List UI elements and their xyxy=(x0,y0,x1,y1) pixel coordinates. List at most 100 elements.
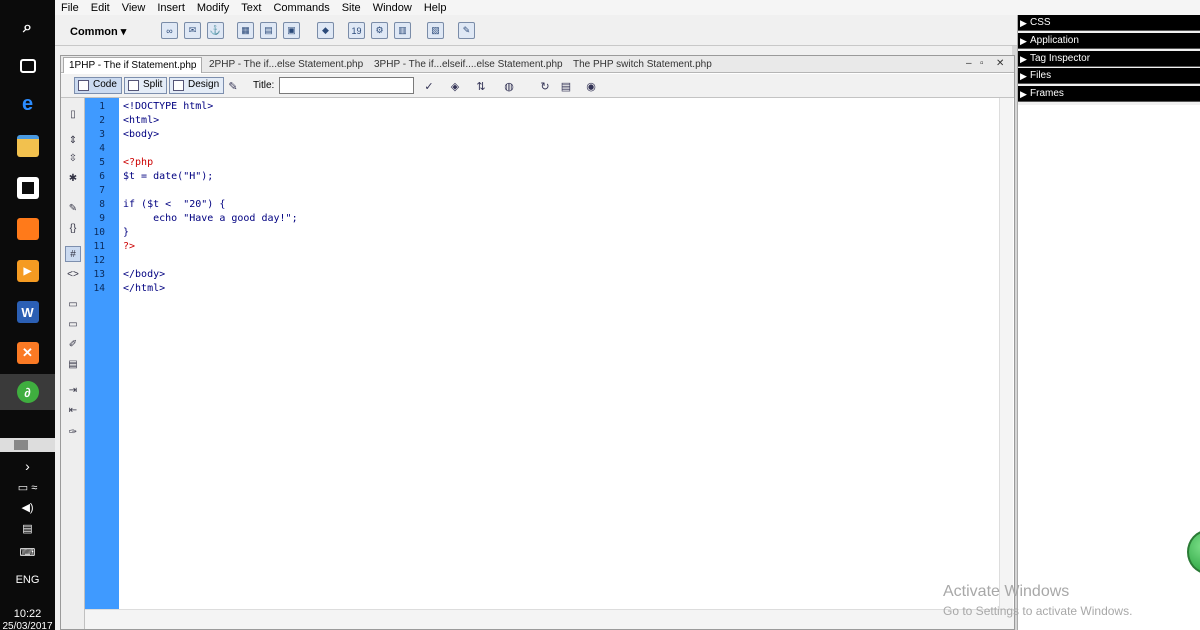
tag-chooser-icon[interactable]: ✎ xyxy=(458,22,475,39)
line-numbers-icon[interactable]: # xyxy=(65,246,81,262)
menu-help[interactable]: Help xyxy=(424,2,447,14)
taskbar-scroll-thumb[interactable] xyxy=(14,440,28,450)
open-documents-icon[interactable]: ▯ xyxy=(65,106,81,122)
panel-css[interactable]: ▶ CSS xyxy=(1018,15,1200,31)
menu-edit[interactable]: Edit xyxy=(91,2,110,14)
close-icon[interactable]: ✕ xyxy=(996,58,1004,69)
hyperlink-icon[interactable]: ∞ xyxy=(161,22,178,39)
horizontal-scrollbar[interactable] xyxy=(85,609,1014,629)
menu-file[interactable]: File xyxy=(61,2,79,14)
split-view-button[interactable]: Split xyxy=(124,77,168,94)
volume-icon[interactable]: ◀) xyxy=(0,501,55,514)
task-view-icon[interactable] xyxy=(0,46,55,86)
browser-check-icon[interactable]: ◈ xyxy=(447,78,463,94)
panel-css-label: CSS xyxy=(1030,17,1051,28)
format-source-icon[interactable]: ✑ xyxy=(65,424,81,440)
panel-frames[interactable]: ▶ Frames xyxy=(1018,86,1200,102)
refresh-icon[interactable]: ↻ xyxy=(537,78,553,94)
file-explorer-icon[interactable] xyxy=(0,126,55,166)
visual-aids-icon[interactable]: ◉ xyxy=(583,78,599,94)
code-line[interactable]: <body> xyxy=(123,129,159,140)
date-icon[interactable]: 19 xyxy=(348,22,365,39)
dreamweaver-icon[interactable]: ∂ xyxy=(0,374,55,410)
code-line[interactable]: $t = date("H"); xyxy=(123,171,213,182)
code-line[interactable]: </body> xyxy=(123,269,165,280)
menu-insert[interactable]: Insert xyxy=(157,2,185,14)
email-link-icon[interactable]: ✉ xyxy=(184,22,201,39)
minimize-icon[interactable]: – xyxy=(966,58,972,69)
xampp-icon[interactable]: ✕ xyxy=(0,333,55,373)
menu-text[interactable]: Text xyxy=(241,2,261,14)
recent-snippets-icon[interactable]: ▤ xyxy=(65,356,81,372)
clock-time[interactable]: 10:22 xyxy=(0,608,55,620)
indent-code-icon[interactable]: ⇥ xyxy=(65,382,81,398)
insert-category-dropdown[interactable]: Common ▾ xyxy=(70,25,126,38)
image-icon[interactable]: ▣ xyxy=(283,22,300,39)
restore-icon[interactable]: ▫ xyxy=(980,58,984,69)
server-include-icon[interactable]: ⚙ xyxy=(371,22,388,39)
media-player-icon[interactable]: ▶ xyxy=(0,251,55,291)
panel-application[interactable]: ▶ Application xyxy=(1018,33,1200,49)
windows-taskbar: ⌕ e ▶ W ✕ ∂ › ▭ ≈ ◀) ▤ ⌨ ENG 10:22 25/03… xyxy=(0,0,55,630)
clock-date[interactable]: 25/03/2017 xyxy=(0,621,55,630)
design-view-button[interactable]: Design xyxy=(169,77,225,94)
code-view-button[interactable]: Code xyxy=(74,77,122,94)
tray-expand-icon[interactable]: › xyxy=(0,458,55,474)
keyboard-icon[interactable]: ⌨ xyxy=(0,546,55,559)
code-line[interactable]: ?> xyxy=(123,241,135,252)
search-icon[interactable]: ⌕ xyxy=(0,8,55,48)
menu-view[interactable]: View xyxy=(122,2,146,14)
edge-browser-icon[interactable]: e xyxy=(0,84,55,124)
code-line[interactable]: <!DOCTYPE html> xyxy=(123,101,213,112)
live-view-icon[interactable]: ✎ xyxy=(225,78,241,94)
div-icon[interactable]: ▤ xyxy=(260,22,277,39)
code-line[interactable]: if ($t < "20") { xyxy=(123,199,225,210)
named-anchor-icon[interactable]: ⚓ xyxy=(207,22,224,39)
menu-site[interactable]: Site xyxy=(342,2,361,14)
code-line[interactable]: } xyxy=(123,227,129,238)
tab-if-elseif-else-statement[interactable]: 3PHP - The if...elseif....else Statement… xyxy=(369,57,568,73)
collapse-tag-icon[interactable]: ⇕ xyxy=(65,132,81,148)
table-icon[interactable]: ▦ xyxy=(237,22,254,39)
validate-icon[interactable]: ✓ xyxy=(421,78,437,94)
view-options-icon[interactable]: ▤ xyxy=(558,78,574,94)
code-line[interactable]: <?php xyxy=(123,157,153,168)
vertical-scrollbar[interactable] xyxy=(999,98,1013,609)
apply-comment-icon[interactable]: ▭ xyxy=(65,296,81,312)
wrap-tag-icon[interactable]: ✐ xyxy=(65,336,81,352)
uc-browser-icon[interactable] xyxy=(0,209,55,249)
panel-files[interactable]: ▶ Files xyxy=(1018,68,1200,84)
remove-comment-icon[interactable]: ▭ xyxy=(65,316,81,332)
highlight-invalid-icon[interactable]: <> xyxy=(65,266,81,282)
balance-braces-icon[interactable]: {} xyxy=(65,220,81,236)
panel-groups: ▶ CSS ▶ Application ▶ Tag Inspector ▶ Files … xyxy=(1017,15,1200,630)
design-view-label: Design xyxy=(188,79,220,90)
store-icon[interactable] xyxy=(0,168,55,208)
expand-all-icon[interactable]: ✱ xyxy=(65,170,81,186)
preview-browser-icon[interactable]: ◍ xyxy=(501,78,517,94)
collapse-selection-icon[interactable]: ⇳ xyxy=(65,150,81,166)
battery-wifi-icon[interactable]: ▭ ≈ xyxy=(0,481,55,494)
template-icon[interactable]: ▧ xyxy=(427,22,444,39)
code-editor[interactable]: <!DOCTYPE html> <html> <body> <?php $t =… xyxy=(119,98,999,609)
outdent-code-icon[interactable]: ⇤ xyxy=(65,402,81,418)
language-indicator[interactable]: ENG xyxy=(0,574,55,586)
notification-icon[interactable]: ▤ xyxy=(0,522,55,535)
title-input[interactable] xyxy=(279,77,414,94)
tab-if-else-statement[interactable]: 2PHP - The if...else Statement.php xyxy=(204,57,368,73)
file-management-icon[interactable]: ⇅ xyxy=(473,78,489,94)
word-icon[interactable]: W xyxy=(0,292,55,332)
code-line[interactable]: <html> xyxy=(123,115,159,126)
comment-icon[interactable]: ▥ xyxy=(394,22,411,39)
code-line[interactable]: echo "Have a good day!"; xyxy=(123,213,298,224)
menu-window[interactable]: Window xyxy=(373,2,412,14)
select-parent-tag-icon[interactable]: ✎ xyxy=(65,200,81,216)
menu-commands[interactable]: Commands xyxy=(273,2,329,14)
panel-tag-inspector[interactable]: ▶ Tag Inspector xyxy=(1018,51,1200,67)
tab-switch-statement[interactable]: The PHP switch Statement.php xyxy=(568,57,717,73)
media-icon[interactable]: ◆ xyxy=(317,22,334,39)
taskbar-scrollbar[interactable] xyxy=(0,438,55,452)
menu-modify[interactable]: Modify xyxy=(197,2,229,14)
tab-if-statement[interactable]: 1PHP - The if Statement.php xyxy=(63,57,203,73)
code-line[interactable]: </html> xyxy=(123,283,165,294)
